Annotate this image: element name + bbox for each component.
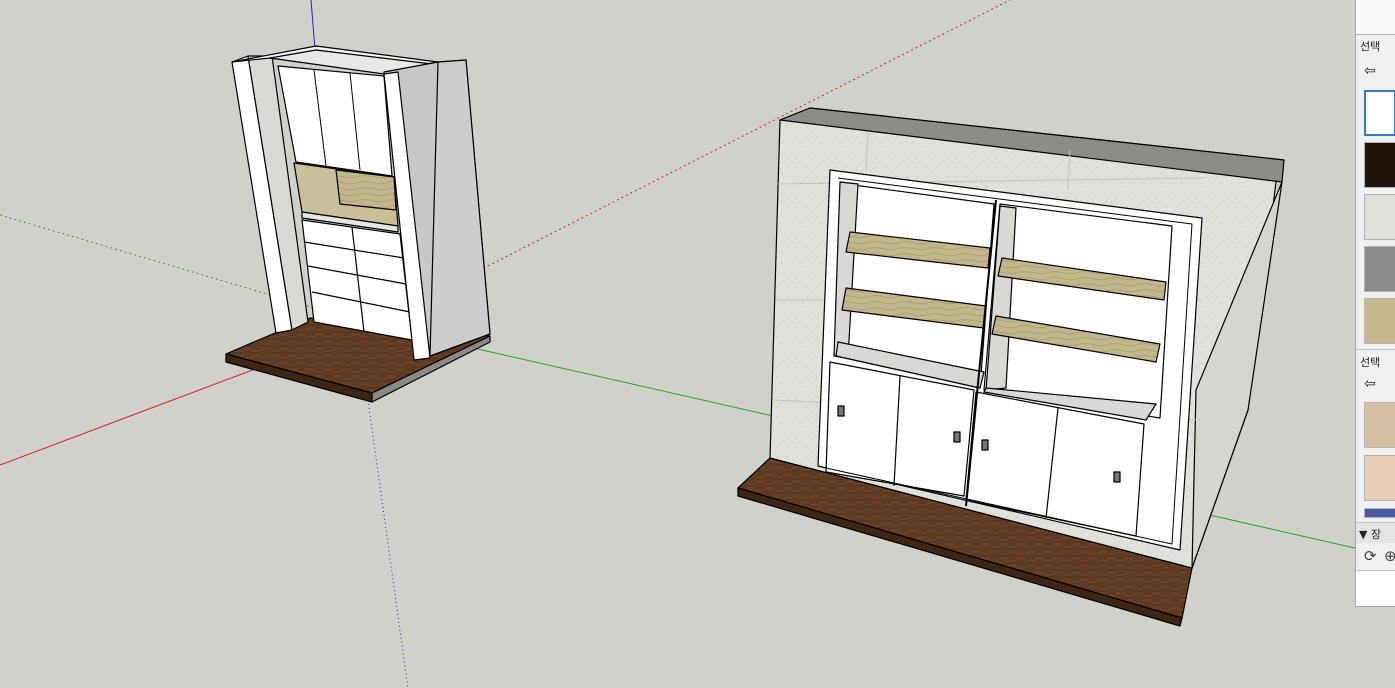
swatch-tan[interactable] bbox=[1364, 402, 1395, 448]
swatch-light-stone[interactable] bbox=[1364, 194, 1395, 240]
door-handle bbox=[837, 405, 845, 417]
scenes-header-label: ▼ 장 bbox=[1359, 528, 1382, 541]
scenes-list bbox=[1356, 571, 1395, 606]
refresh-icon[interactable]: ⟳ bbox=[1364, 548, 1377, 564]
blue-axis-dotted bbox=[367, 399, 409, 688]
left-upper-doors bbox=[277, 65, 393, 177]
swatch-white[interactable] bbox=[1364, 90, 1395, 136]
select-tab[interactable]: 선택 bbox=[1360, 38, 1380, 54]
swatch-dark-wood[interactable] bbox=[1364, 142, 1395, 188]
door-handle bbox=[953, 431, 961, 443]
3d-viewport[interactable] bbox=[0, 0, 1355, 688]
swatch-blue[interactable] bbox=[1364, 508, 1395, 518]
swatch-gray[interactable] bbox=[1364, 246, 1395, 292]
swatch-oak[interactable] bbox=[1364, 298, 1395, 344]
add-icon[interactable]: ⊕ bbox=[1384, 548, 1395, 564]
left-drawers bbox=[301, 219, 413, 341]
select-tab-secondary[interactable]: 선택 bbox=[1360, 354, 1380, 370]
left-cabinet-model[interactable] bbox=[225, 45, 491, 403]
back-arrow-icon[interactable]: ⇦ bbox=[1364, 63, 1380, 79]
materials-tray: 선택 ⇦ 선택 ⇦ ▼ 장 ⟳ ⊕ bbox=[1355, 0, 1395, 607]
divider bbox=[1356, 349, 1395, 350]
scenes-header[interactable]: ▼ 장 bbox=[1356, 523, 1395, 543]
back-arrow-icon[interactable]: ⇦ bbox=[1364, 376, 1380, 392]
door-handle bbox=[981, 439, 989, 451]
door-handle bbox=[1113, 471, 1121, 483]
tray-top-box bbox=[1356, 0, 1395, 35]
right-cabinet-model[interactable] bbox=[737, 107, 1285, 627]
swatch-light-wood[interactable] bbox=[1364, 455, 1395, 501]
